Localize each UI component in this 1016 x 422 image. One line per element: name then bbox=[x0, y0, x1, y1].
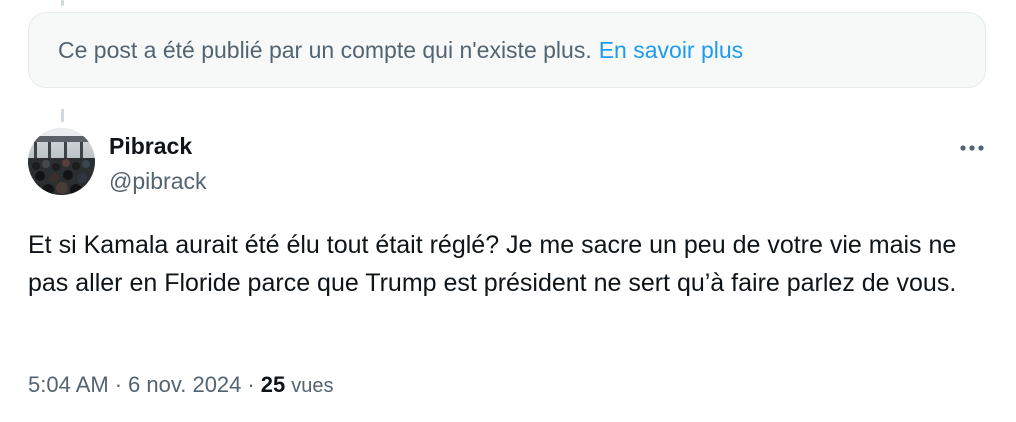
more-options-button[interactable] bbox=[952, 134, 992, 162]
author-handle[interactable]: @pibrack bbox=[109, 166, 207, 196]
views-count: 25 bbox=[260, 372, 286, 397]
avatar-image bbox=[28, 128, 95, 195]
post-time[interactable]: 5:04 AM bbox=[28, 370, 109, 400]
post-date[interactable]: 6 nov. 2024 bbox=[128, 370, 241, 400]
author-display-name[interactable]: Pibrack bbox=[109, 131, 192, 161]
more-horizontal-icon bbox=[960, 145, 984, 151]
post-text: Et si Kamala aurait été élu tout était r… bbox=[28, 231, 957, 297]
thread-connector-top bbox=[61, 0, 64, 6]
views-label: vues bbox=[291, 375, 334, 397]
deleted-notice-message: Ce post a été publié par un compte qui n… bbox=[58, 36, 592, 63]
avatar[interactable] bbox=[28, 128, 95, 195]
learn-more-link[interactable]: En savoir plus bbox=[599, 37, 743, 64]
post-metadata: 5:04 AM · 6 nov. 2024 · 25 vues bbox=[28, 370, 333, 401]
meta-separator: · bbox=[114, 372, 123, 397]
deleted-account-notice: Ce post a été publié par un compte qui n… bbox=[28, 12, 986, 88]
meta-separator: · bbox=[247, 372, 255, 397]
thread-connector bbox=[61, 109, 64, 122]
